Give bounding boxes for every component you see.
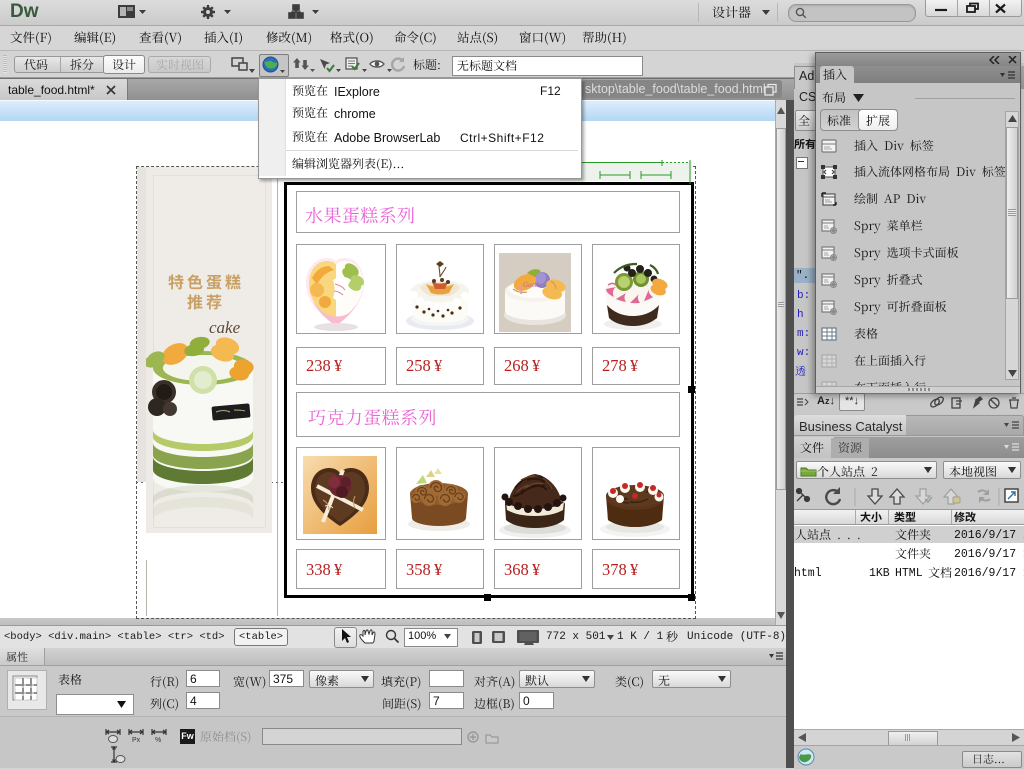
svg-text:%: % <box>155 737 161 744</box>
svg-text:Px: Px <box>132 737 141 744</box>
svg-text:Good: Good <box>523 281 539 289</box>
